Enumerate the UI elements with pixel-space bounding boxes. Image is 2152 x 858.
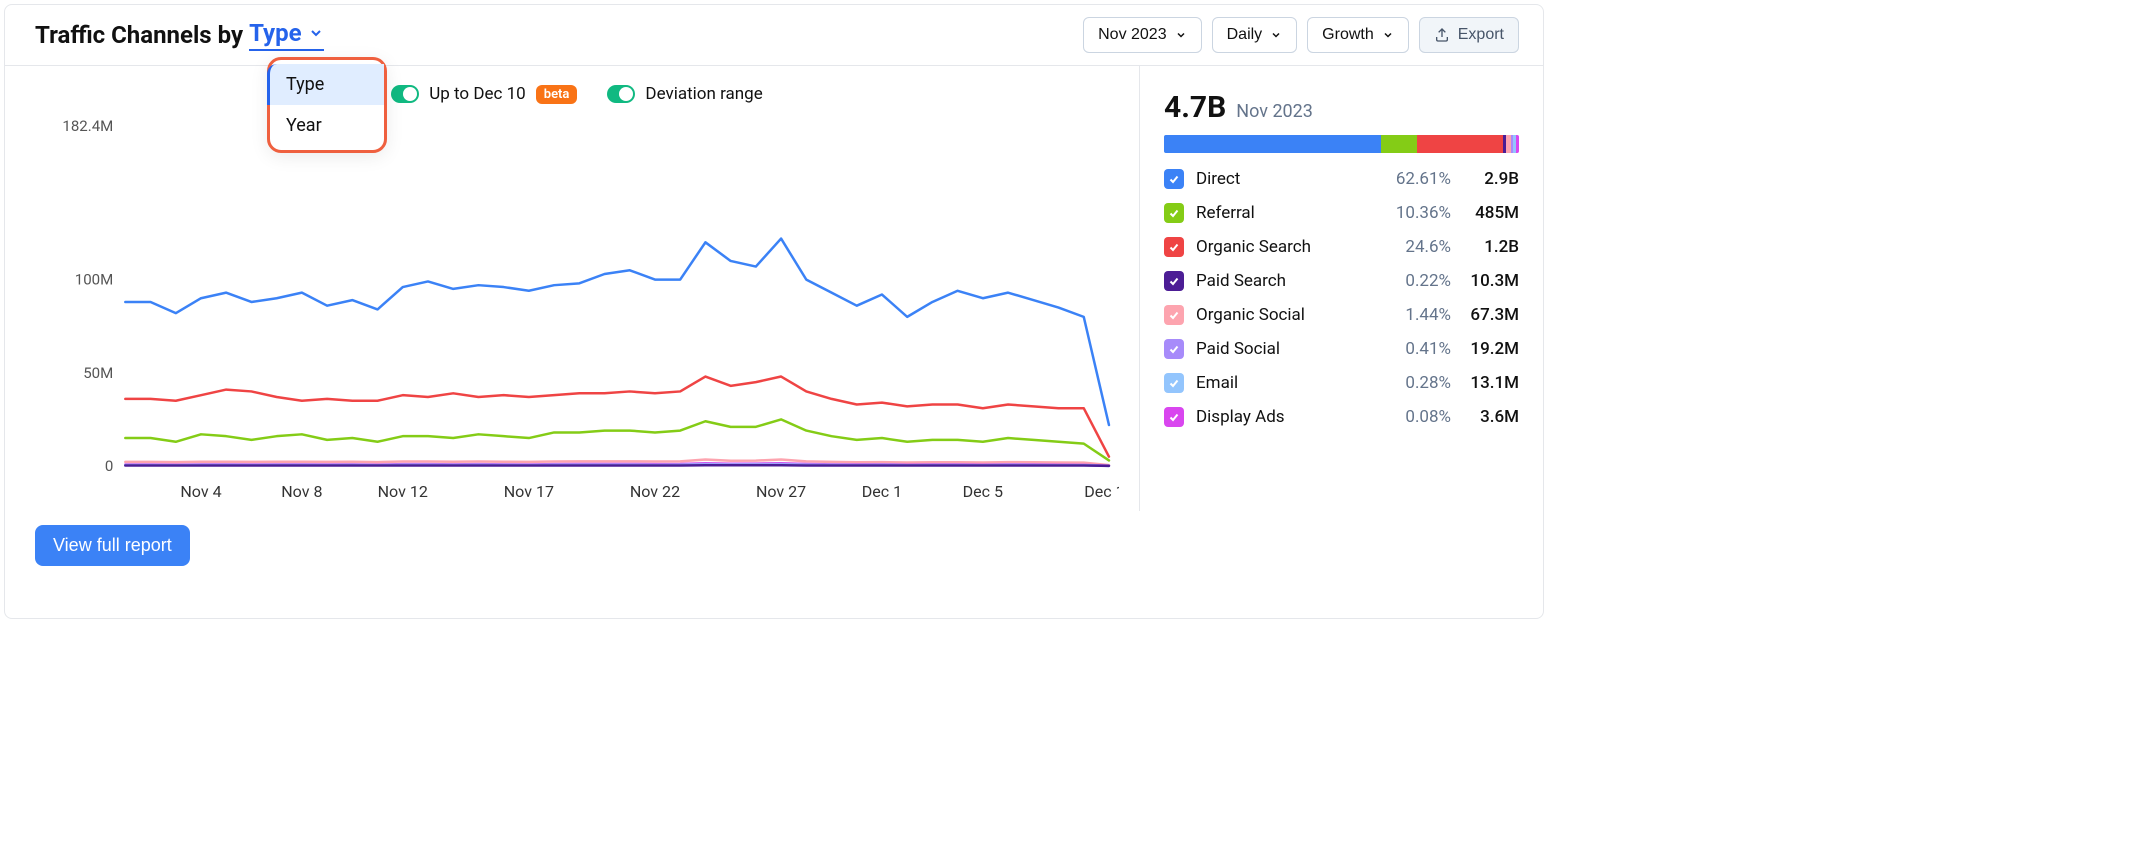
legend-value: 10.3M xyxy=(1459,271,1519,291)
svg-text:182.4M: 182.4M xyxy=(62,117,113,135)
legend-item[interactable]: Referral 10.36% 485M xyxy=(1164,203,1519,223)
title-prefix: Traffic Channels by xyxy=(35,21,243,49)
chevron-down-icon xyxy=(1270,29,1282,41)
svg-text:Dec 1: Dec 1 xyxy=(862,482,902,501)
legend-checkbox-icon xyxy=(1164,271,1184,291)
date-select[interactable]: Nov 2023 xyxy=(1083,17,1202,53)
legend-name: Display Ads xyxy=(1196,407,1381,427)
legend-item[interactable]: Organic Social 1.44% 67.3M xyxy=(1164,305,1519,325)
legend-checkbox-icon xyxy=(1164,203,1184,223)
svg-text:0: 0 xyxy=(105,457,113,475)
chart-column: Up to Dec 10 beta Deviation range 0 50M 10… xyxy=(35,66,1119,511)
export-button[interactable]: Export xyxy=(1419,17,1519,53)
panel-body: Up to Dec 10 beta Deviation range 0 50M 10… xyxy=(5,66,1543,511)
legend-value: 19.2M xyxy=(1459,339,1519,359)
chart-toggles: Up to Dec 10 beta Deviation range xyxy=(35,84,1119,104)
legend-item[interactable]: Paid Search 0.22% 10.3M xyxy=(1164,271,1519,291)
toggle-switch-icon xyxy=(607,85,635,103)
legend-percent: 62.61% xyxy=(1381,169,1451,189)
granularity-select[interactable]: Daily xyxy=(1212,17,1298,53)
legend-list: Direct 62.61% 2.9B Referral 10.36% 485M … xyxy=(1164,169,1519,427)
legend-name: Paid Social xyxy=(1196,339,1381,359)
legend-percent: 0.22% xyxy=(1381,271,1451,291)
legend-value: 485M xyxy=(1459,203,1519,223)
up-to-date-toggle[interactable]: Up to Dec 10 beta xyxy=(391,84,577,104)
legend-item[interactable]: Organic Search 24.6% 1.2B xyxy=(1164,237,1519,257)
legend-item[interactable]: Email 0.28% 13.1M xyxy=(1164,373,1519,393)
metric-select[interactable]: Growth xyxy=(1307,17,1409,53)
view-full-report-button[interactable]: View full report xyxy=(35,525,190,566)
svg-text:Dec 10: Dec 10 xyxy=(1084,482,1119,501)
svg-text:Nov 4: Nov 4 xyxy=(180,482,221,501)
svg-text:Nov 8: Nov 8 xyxy=(281,482,322,501)
legend-checkbox-icon xyxy=(1164,169,1184,189)
stackbar-segment xyxy=(1164,135,1381,153)
svg-text:50M: 50M xyxy=(83,364,113,382)
legend-item[interactable]: Display Ads 0.08% 3.6M xyxy=(1164,407,1519,427)
panel-title: Traffic Channels by Type xyxy=(35,19,324,51)
legend-checkbox-icon xyxy=(1164,339,1184,359)
legend-value: 2.9B xyxy=(1459,169,1519,189)
beta-badge: beta xyxy=(536,85,578,104)
line-chart: 0 50M 100M 182.4M Nov 4 Nov 8 Nov 12 Nov 17 Nov … xyxy=(35,116,1119,511)
legend-value: 1.2B xyxy=(1459,237,1519,257)
type-dropdown-menu: Type Year xyxy=(267,57,387,153)
chevron-down-icon xyxy=(308,25,324,41)
legend-item[interactable]: Direct 62.61% 2.9B xyxy=(1164,169,1519,189)
total-line: 4.7B Nov 2023 xyxy=(1164,90,1519,125)
title-link-text: Type xyxy=(249,19,302,47)
share-stacked-bar xyxy=(1164,135,1519,153)
export-icon xyxy=(1434,27,1450,43)
header-controls: Nov 2023 Daily Growth Export xyxy=(1083,17,1519,53)
legend-percent: 0.08% xyxy=(1381,407,1451,427)
panel-header: Traffic Channels by Type Nov 2023 Daily … xyxy=(5,5,1543,66)
svg-text:Nov 27: Nov 27 xyxy=(756,482,806,501)
total-value: 4.7B xyxy=(1164,90,1226,125)
stackbar-segment xyxy=(1417,135,1502,153)
stackbar-segment xyxy=(1516,135,1519,153)
legend-checkbox-icon xyxy=(1164,305,1184,325)
deviation-range-toggle[interactable]: Deviation range xyxy=(607,84,762,104)
svg-text:100M: 100M xyxy=(75,271,114,289)
legend-percent: 10.36% xyxy=(1381,203,1451,223)
toggle-switch-icon xyxy=(391,85,419,103)
legend-name: Paid Search xyxy=(1196,271,1381,291)
legend-item[interactable]: Paid Social 0.41% 19.2M xyxy=(1164,339,1519,359)
legend-name: Referral xyxy=(1196,203,1381,223)
svg-text:Dec 5: Dec 5 xyxy=(963,482,1003,501)
chevron-down-icon xyxy=(1175,29,1187,41)
stackbar-segment xyxy=(1381,135,1417,153)
svg-text:Nov 17: Nov 17 xyxy=(504,482,554,501)
legend-checkbox-icon xyxy=(1164,237,1184,257)
legend-value: 13.1M xyxy=(1459,373,1519,393)
summary-column: 4.7B Nov 2023 Direct 62.61% 2.9B Referra… xyxy=(1139,66,1519,511)
legend-checkbox-icon xyxy=(1164,407,1184,427)
dropdown-option-type[interactable]: Type xyxy=(267,64,384,105)
dropdown-option-year[interactable]: Year xyxy=(270,105,384,146)
legend-name: Organic Social xyxy=(1196,305,1381,325)
legend-value: 3.6M xyxy=(1459,407,1519,427)
traffic-channels-panel: Traffic Channels by Type Nov 2023 Daily … xyxy=(4,4,1544,619)
legend-percent: 0.28% xyxy=(1381,373,1451,393)
legend-checkbox-icon xyxy=(1164,373,1184,393)
svg-text:Nov 12: Nov 12 xyxy=(378,482,428,501)
legend-percent: 1.44% xyxy=(1381,305,1451,325)
legend-percent: 24.6% xyxy=(1381,237,1451,257)
chevron-down-icon xyxy=(1382,29,1394,41)
total-period: Nov 2023 xyxy=(1236,101,1313,122)
svg-text:Nov 22: Nov 22 xyxy=(630,482,680,501)
legend-value: 67.3M xyxy=(1459,305,1519,325)
title-type-dropdown[interactable]: Type xyxy=(249,19,324,51)
legend-percent: 0.41% xyxy=(1381,339,1451,359)
legend-name: Organic Search xyxy=(1196,237,1381,257)
panel-footer: View full report xyxy=(5,511,1543,586)
legend-name: Direct xyxy=(1196,169,1381,189)
legend-name: Email xyxy=(1196,373,1381,393)
